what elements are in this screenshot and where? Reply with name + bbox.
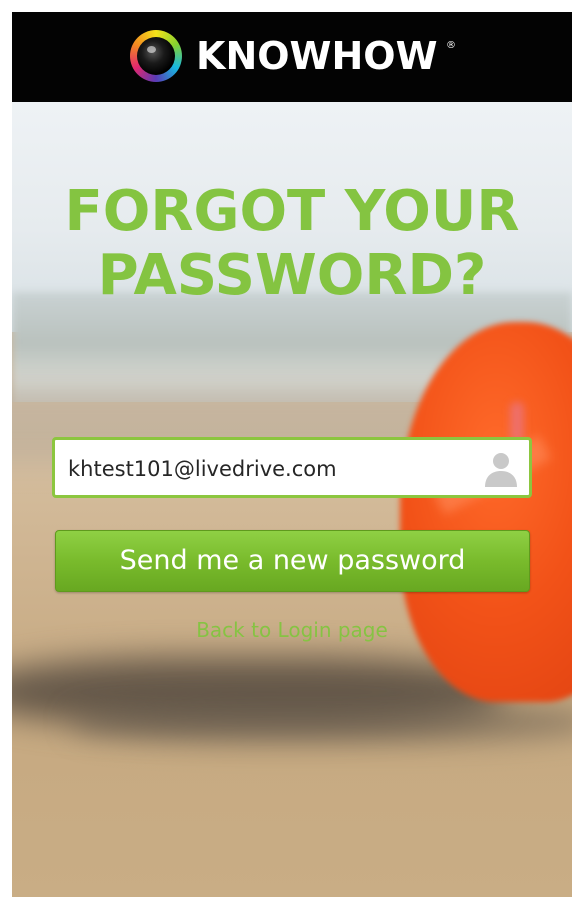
back-to-login-link[interactable]: Back to Login page <box>12 618 572 642</box>
page-title: FORGOT YOUR PASSWORD? <box>12 180 572 308</box>
user-icon <box>485 453 517 487</box>
registered-mark: ® <box>446 40 456 51</box>
title-line-1: FORGOT YOUR <box>64 179 520 244</box>
email-input-value[interactable]: khtest101@livedrive.com <box>68 457 337 481</box>
app-header: KNOWHOW ® <box>12 12 572 102</box>
app-screen: KNOWHOW ® FORGOT YOUR PASSWORD? khtest10… <box>12 12 572 897</box>
send-new-password-button[interactable]: Send me a new password <box>55 530 530 592</box>
title-line-2: PASSWORD? <box>97 243 487 308</box>
camera-lens-ring-icon <box>130 30 182 82</box>
email-field[interactable]: khtest101@livedrive.com <box>52 437 532 498</box>
brand-logo-text: KNOWHOW <box>196 34 438 78</box>
